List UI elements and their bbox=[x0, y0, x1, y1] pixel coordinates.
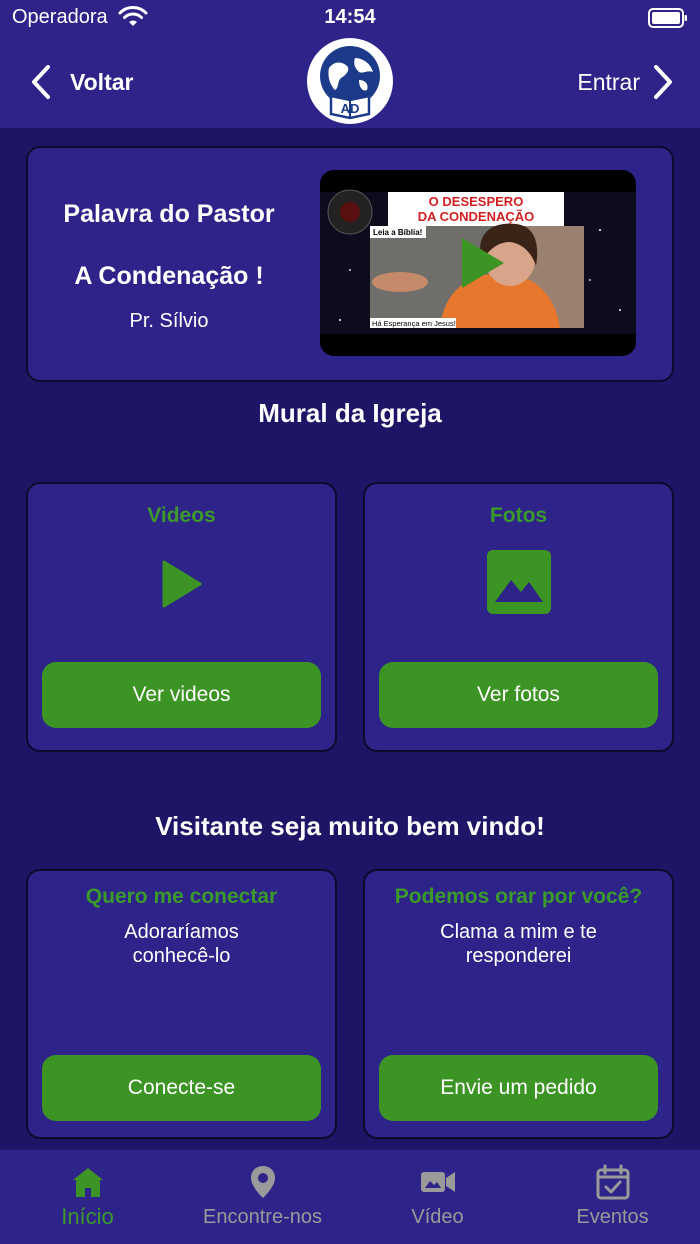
connect-tile-description-line1: Adoraríamos bbox=[124, 921, 239, 943]
connect-tile: Quero me conectar Adoraríamos conhecê-lo… bbox=[26, 869, 337, 1139]
connect-button[interactable]: Conecte-se bbox=[42, 1055, 321, 1121]
tab-eventos[interactable]: Eventos bbox=[525, 1150, 700, 1244]
tab-inicio[interactable]: Início bbox=[0, 1150, 175, 1244]
chevron-left-icon bbox=[32, 65, 50, 99]
prayer-tile-description-line1: Clama a mim e te bbox=[440, 921, 597, 943]
home-icon bbox=[73, 1168, 103, 1197]
tab-inicio-label: Início bbox=[61, 1204, 114, 1229]
pastor-name: Pr. Sílvio bbox=[129, 310, 209, 332]
view-videos-button[interactable]: Ver videos bbox=[42, 662, 321, 728]
view-photos-button[interactable]: Ver fotos bbox=[379, 662, 658, 728]
prayer-tile-description-line2: responderei bbox=[465, 945, 572, 967]
send-prayer-request-button[interactable]: Envie um pedido bbox=[379, 1055, 658, 1121]
prayer-tile-title: Podemos orar por você? bbox=[394, 885, 643, 908]
videos-tile: Videos Ver videos bbox=[26, 482, 337, 752]
nav-bar: Voltar AD Entrar bbox=[0, 36, 700, 128]
login-button[interactable]: Entrar bbox=[577, 62, 674, 102]
sermon-title: A Condenação ! bbox=[74, 262, 264, 290]
sermon-thumbnail-image: O DESESPERO DA CONDENAÇÃO Leia a Bíblia!… bbox=[320, 170, 636, 356]
photos-tile: Fotos Ver fotos bbox=[363, 482, 674, 752]
pastor-message-card: Palavra do Pastor A Condenação ! Pr. Síl… bbox=[26, 146, 674, 382]
tab-video-label: Vídeo bbox=[411, 1206, 464, 1228]
chevron-right-icon bbox=[654, 65, 672, 99]
tab-bar: Início Encontre-nos Vídeo Eventos bbox=[0, 1150, 700, 1244]
thumbnail-caption-top: Leia a Bíblia! bbox=[373, 228, 422, 237]
globe-bible-logo: AD bbox=[309, 40, 391, 122]
status-bar: Operadora 14:54 bbox=[0, 0, 700, 36]
map-pin-icon bbox=[251, 1166, 275, 1198]
prayer-request-tile: Podemos orar por você? Clama a mim e te … bbox=[363, 869, 674, 1139]
back-button[interactable]: Voltar bbox=[28, 62, 133, 102]
thumbnail-headline-2: DA CONDENAÇÃO bbox=[418, 209, 535, 224]
play-icon bbox=[162, 560, 201, 608]
back-label: Voltar bbox=[70, 68, 134, 95]
connect-tile-title: Quero me conectar bbox=[85, 885, 278, 908]
mural-section-title: Mural da Igreja bbox=[258, 398, 442, 428]
thumbnail-headline-1: O DESESPERO bbox=[429, 194, 524, 209]
status-time: 14:54 bbox=[324, 6, 376, 28]
church-logo: AD bbox=[307, 38, 393, 124]
videos-tile-title: Videos bbox=[147, 504, 216, 527]
tab-video[interactable]: Vídeo bbox=[350, 1150, 525, 1244]
calendar-check-icon bbox=[596, 1164, 630, 1200]
login-label: Entrar bbox=[577, 68, 640, 95]
tab-eventos-label: Eventos bbox=[576, 1206, 649, 1228]
battery-icon bbox=[648, 8, 687, 28]
tab-encontre-nos[interactable]: Encontre-nos bbox=[175, 1150, 350, 1244]
pastor-card-title: Palavra do Pastor bbox=[63, 200, 275, 228]
tab-encontre-nos-label: Encontre-nos bbox=[203, 1206, 322, 1228]
image-icon bbox=[486, 550, 551, 614]
photos-tile-title: Fotos bbox=[489, 504, 548, 527]
video-camera-icon bbox=[421, 1172, 455, 1192]
welcome-section-title: Visitante seja muito bem vindo! bbox=[155, 811, 545, 841]
thumbnail-caption-bottom: Há Esperança em Jesus! bbox=[372, 319, 456, 328]
logo-text: AD bbox=[341, 101, 360, 116]
sermon-video-thumbnail[interactable]: O DESESPERO DA CONDENAÇÃO Leia a Bíblia!… bbox=[320, 170, 636, 356]
connect-tile-description-line2: conhecê-lo bbox=[132, 945, 231, 967]
